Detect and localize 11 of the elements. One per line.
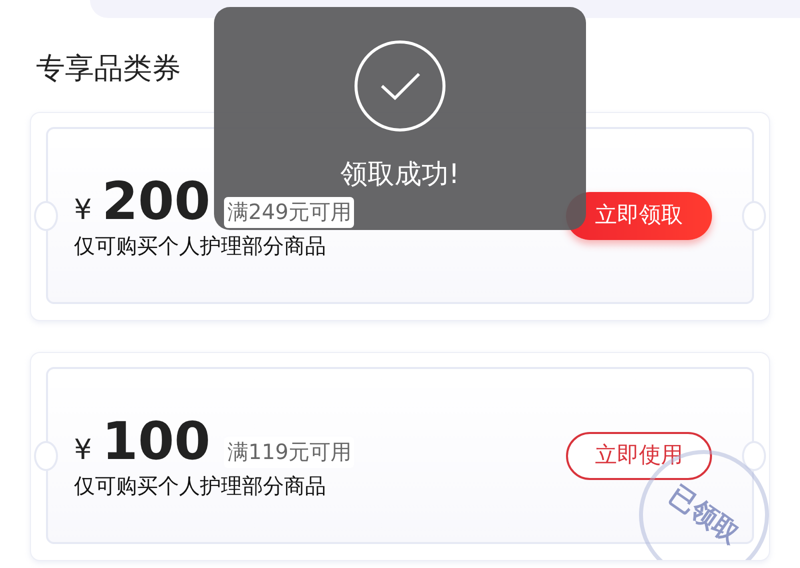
- currency-symbol: ¥: [74, 192, 92, 228]
- coupon-description: 仅可购买个人护理部分商品: [74, 232, 327, 260]
- coupon-amount: 100: [102, 410, 210, 474]
- toast-message: 领取成功!: [340, 158, 460, 192]
- coupon-description: 仅可购买个人护理部分商品: [74, 472, 327, 500]
- use-button[interactable]: 立即使用: [566, 432, 712, 480]
- currency-symbol: ¥: [74, 432, 92, 468]
- section-title: 专享品类券: [36, 50, 182, 87]
- coupon-amount: 200: [102, 170, 210, 234]
- checkmark-icon: [353, 39, 447, 133]
- usage-condition: 满249元可用: [224, 196, 354, 228]
